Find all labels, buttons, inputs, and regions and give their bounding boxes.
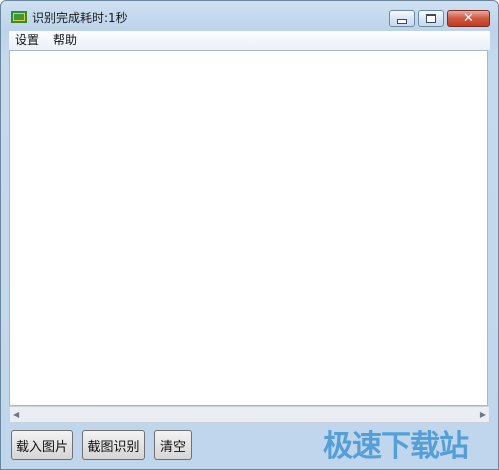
scroll-left-icon[interactable]: ◀	[13, 410, 19, 419]
minimize-icon	[397, 18, 407, 24]
minimize-button[interactable]	[389, 10, 415, 27]
caption-buttons: ✕	[386, 10, 490, 28]
app-icon	[11, 11, 27, 23]
close-button[interactable]: ✕	[447, 10, 490, 27]
window-title: 识别完成耗时:1秒	[32, 11, 128, 25]
menu-bar: 设置 帮助	[9, 31, 490, 50]
clear-button[interactable]: 清空	[154, 430, 192, 460]
title-bar[interactable]: 识别完成耗时:1秒 ✕	[1, 1, 498, 31]
result-text-area[interactable]	[9, 50, 488, 406]
menu-help[interactable]: 帮助	[53, 33, 77, 48]
screenshot-ocr-button[interactable]: 截图识别	[82, 430, 145, 460]
watermark-logo: 极速下载站	[323, 429, 469, 464]
maximize-button[interactable]	[418, 10, 444, 27]
app-window: 识别完成耗时:1秒 ✕ 设置 帮助 ◀ ▶ 载入图片 截图识别 清空 极速下载站	[0, 0, 499, 470]
close-icon: ✕	[463, 11, 474, 26]
load-image-button[interactable]: 载入图片	[11, 430, 73, 460]
maximize-icon	[426, 14, 436, 23]
scroll-right-icon[interactable]: ▶	[480, 410, 486, 419]
menu-settings[interactable]: 设置	[15, 33, 39, 48]
